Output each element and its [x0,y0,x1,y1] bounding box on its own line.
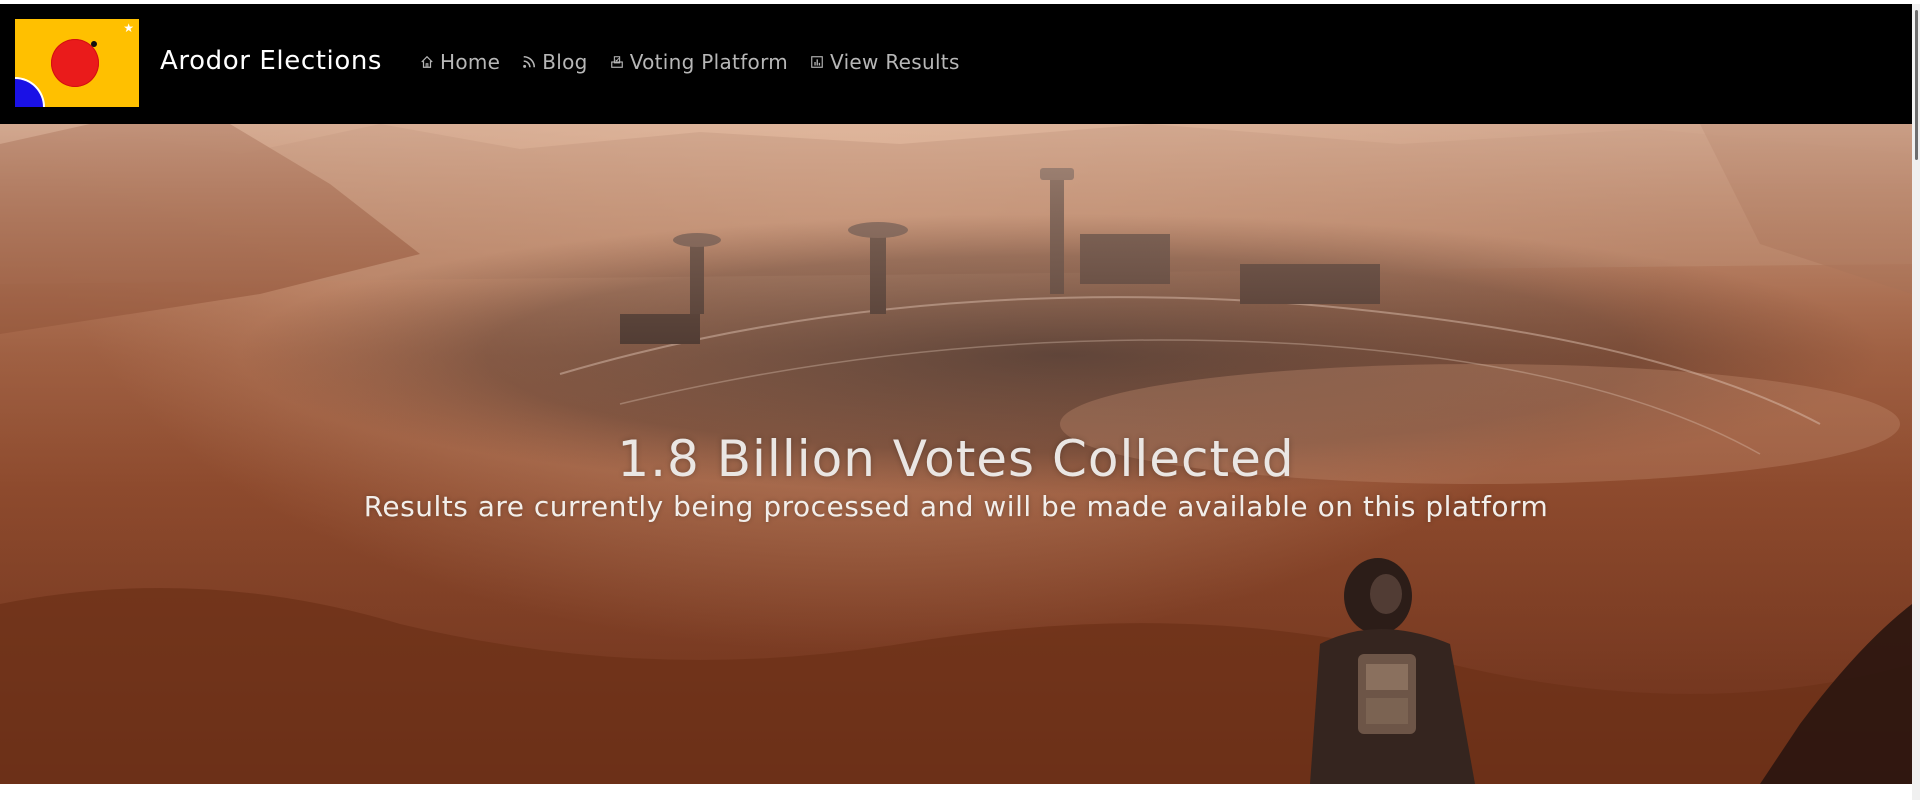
nav-item-label: Voting Platform [629,50,789,74]
main-nav: Home Blog Voting Platform View Results [420,50,960,74]
logo-star-icon: ★ [123,21,134,35]
navbar: ★ Arodor Elections Home Blog Voting Plat… [0,4,1912,124]
page-scrollbar[interactable] [1912,4,1920,800]
hero-title: 1.8 Billion Votes Collected [617,429,1295,488]
site-logo[interactable]: ★ [15,19,139,107]
home-icon [421,55,433,68]
nav-item-label: Blog [542,50,588,74]
nav-item-view-results[interactable]: View Results [810,50,960,74]
nav-item-home[interactable]: Home [420,50,500,74]
bar-chart-icon [811,56,823,68]
ballot-icon [610,56,623,68]
nav-item-label: View Results [830,50,960,74]
nav-item-label: Home [440,50,501,74]
hero-subtitle: Results are currently being processed an… [363,490,1549,523]
brand-link[interactable]: Arodor Elections [160,46,382,76]
rss-icon [523,55,536,68]
logo-corner-icon [15,79,43,107]
nav-item-voting-platform[interactable]: Voting Platform [610,50,788,74]
scrollbar-thumb[interactable] [1915,10,1918,160]
nav-item-blog[interactable]: Blog [522,50,587,74]
hero-banner: 1.8 Billion Votes Collected Results are … [0,124,1912,784]
